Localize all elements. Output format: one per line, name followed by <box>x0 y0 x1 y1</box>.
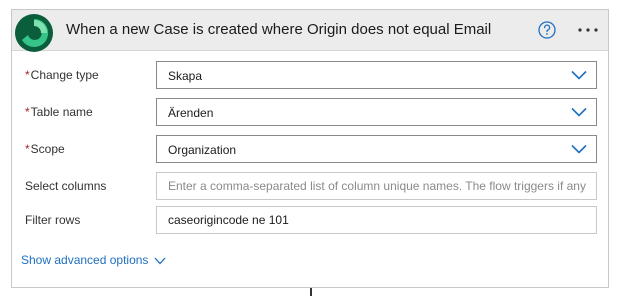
select-columns-label: Select columns <box>25 179 107 193</box>
scope-dropdown[interactable]: Organization <box>156 135 597 163</box>
change-type-label: *Change type <box>25 68 99 82</box>
change-type-label-text: Change type <box>30 68 99 82</box>
show-advanced-options-link[interactable]: Show advanced options <box>21 253 166 267</box>
scope-row: *Scope Organization <box>12 135 608 163</box>
trigger-card: When a new Case is created where Origin … <box>11 9 609 288</box>
table-name-label-text: Table name <box>30 105 93 119</box>
table-name-value: Ärenden <box>168 106 214 120</box>
required-mark: * <box>25 68 30 82</box>
scope-label-text: Scope <box>30 142 65 156</box>
card-title: When a new Case is created where Origin … <box>66 21 492 38</box>
help-circle-icon[interactable] <box>537 20 557 40</box>
required-mark: * <box>25 105 30 119</box>
filter-rows-input[interactable] <box>157 207 596 233</box>
card-header[interactable]: When a new Case is created where Origin … <box>12 10 608 52</box>
dataverse-logo-icon <box>15 14 53 52</box>
change-type-row: *Change type Skapa <box>12 61 608 89</box>
select-columns-field[interactable] <box>156 172 597 200</box>
chevron-down-icon[interactable] <box>571 144 587 154</box>
more-ellipsis-icon[interactable] <box>576 22 600 38</box>
required-mark: * <box>25 142 30 156</box>
table-name-dropdown[interactable]: Ärenden <box>156 98 597 126</box>
show-advanced-options-label: Show advanced options <box>21 253 149 267</box>
scope-value: Organization <box>168 143 237 157</box>
chevron-down-icon <box>154 257 166 265</box>
table-name-label: *Table name <box>25 105 93 119</box>
chevron-down-icon[interactable] <box>571 107 587 117</box>
change-type-dropdown[interactable]: Skapa <box>156 61 597 89</box>
filter-rows-row: Filter rows <box>12 206 608 234</box>
select-columns-input[interactable] <box>157 173 596 199</box>
change-type-value: Skapa <box>168 69 203 83</box>
select-columns-row: Select columns <box>12 172 608 200</box>
flow-connector-line <box>310 288 312 296</box>
scope-label: *Scope <box>25 142 65 156</box>
filter-rows-label: Filter rows <box>25 213 81 227</box>
table-name-row: *Table name Ärenden <box>12 98 608 126</box>
chevron-down-icon[interactable] <box>571 70 587 80</box>
filter-rows-field[interactable] <box>156 206 597 234</box>
